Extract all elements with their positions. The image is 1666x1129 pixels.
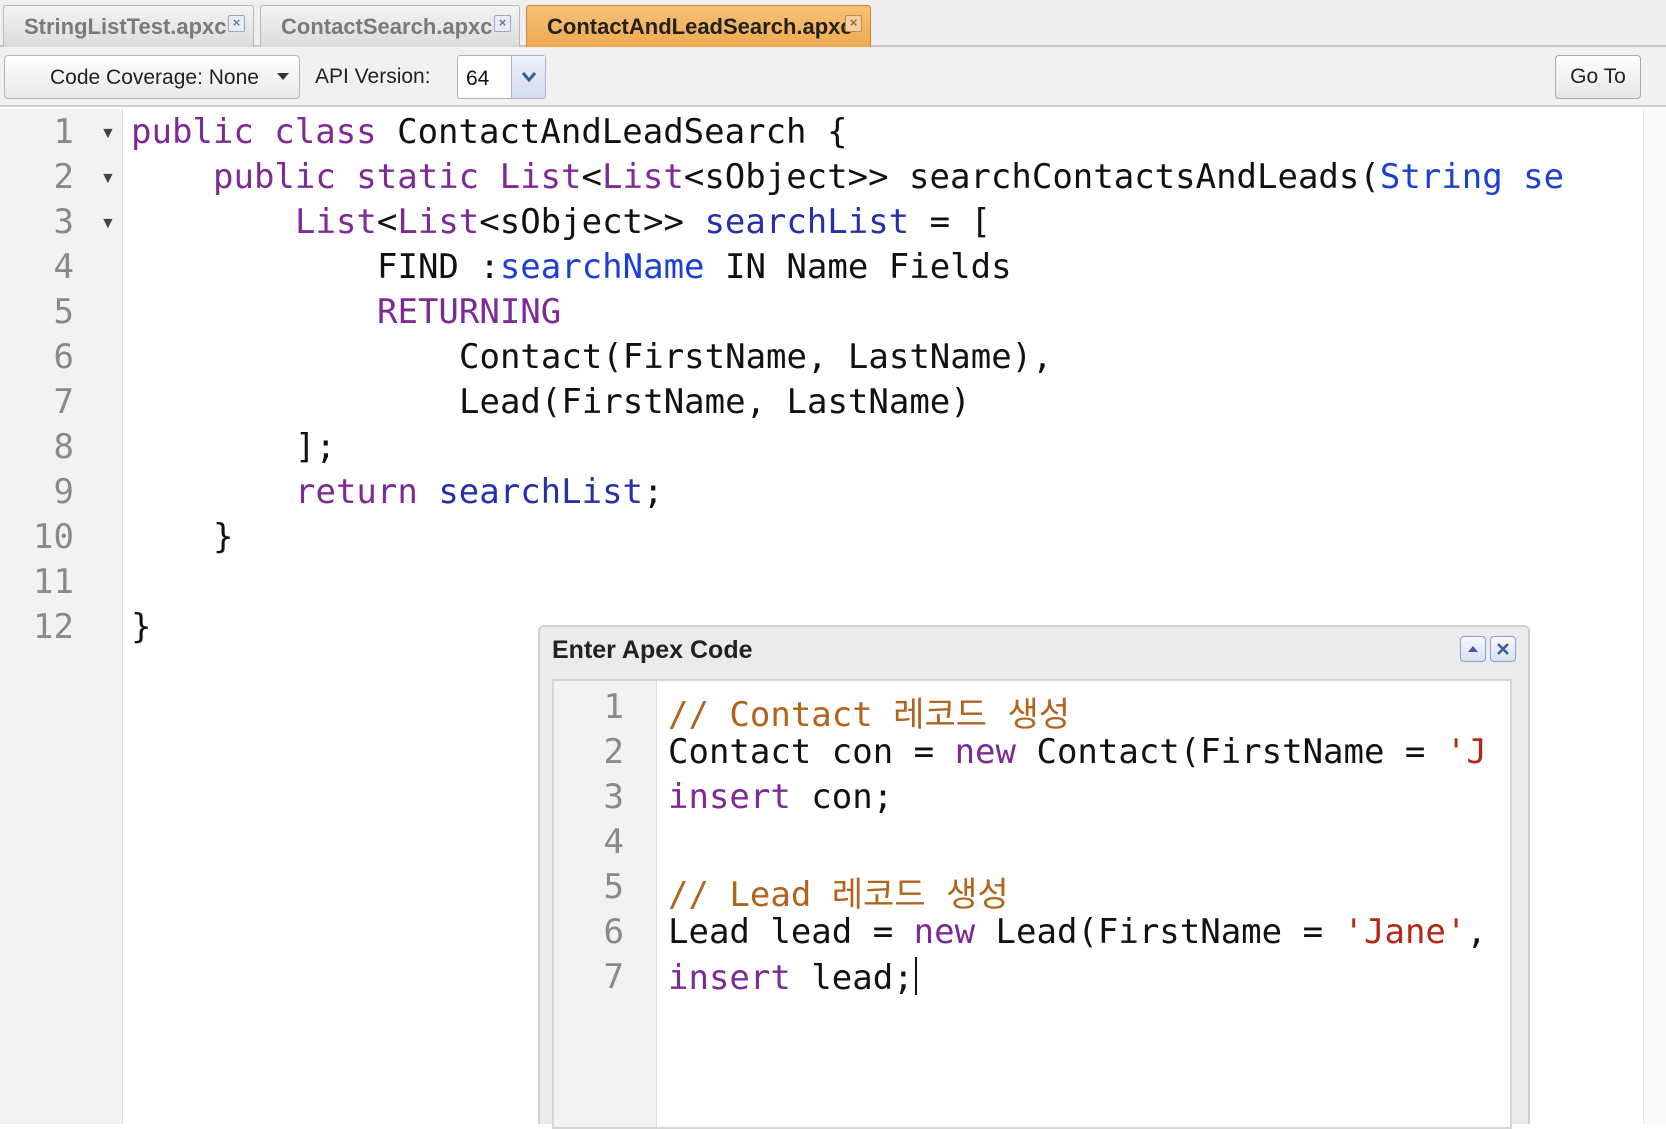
apex-code-editor[interactable]: 1 2 3 4 5 6 7 // Contact 레코드 생성 Contact … (552, 679, 1512, 1129)
line-number: 10 (33, 517, 74, 557)
api-version-label: API Version: (315, 65, 431, 88)
code-line: insert con; (668, 777, 894, 817)
code-line: public static List<List<sObject>> search… (213, 157, 1565, 197)
line-number: 2 (53, 157, 74, 197)
fold-triangle-icon[interactable]: ▼ (100, 125, 116, 143)
code-line: Lead lead = new Lead(FirstName = 'Jane', (668, 912, 1487, 952)
line-number: 9 (53, 472, 74, 512)
fold-triangle-icon[interactable]: ▼ (100, 170, 116, 188)
code-line: List<List<sObject>> searchList = [ (295, 202, 992, 242)
line-number-gutter: 1 ▼ 2 ▼ 3 ▼ 4 5 6 7 8 9 10 11 12 (0, 109, 123, 1124)
line-number: 6 (53, 337, 74, 377)
code-line: RETURNING (377, 292, 562, 332)
code-line: Contact con = new Contact(FirstName = 'J (668, 732, 1487, 772)
code-line: // Lead 레코드 생성 (668, 875, 1009, 915)
code-line: FIND :searchName IN Name Fields (377, 247, 1012, 287)
code-line: return searchList; (295, 472, 664, 512)
go-to-button[interactable]: Go To (1555, 55, 1641, 99)
code-coverage-label: Code Coverage: None (50, 66, 259, 89)
tab-label: ContactAndLeadSearch.apxc (547, 14, 853, 39)
code-line: // Contact 레코드 생성 (668, 695, 1071, 735)
vertical-scrollbar[interactable] (1643, 109, 1666, 1124)
line-number: 5 (53, 292, 74, 332)
line-number: 1 (603, 687, 624, 727)
code-line: } (131, 607, 152, 647)
line-number: 4 (603, 822, 624, 862)
line-number: 2 (603, 732, 624, 772)
tab-bar: StringListTest.apxc × ContactSearch.apxc… (0, 0, 1666, 47)
tab-contactandleadsearch[interactable]: ContactAndLeadSearch.apxc × (526, 5, 871, 47)
line-number-gutter: 1 2 3 4 5 6 7 (554, 681, 657, 1127)
close-icon[interactable] (1490, 636, 1516, 662)
code-line: Contact(FirstName, LastName), (459, 337, 1053, 377)
tab-contactsearch[interactable]: ContactSearch.apxc × (260, 5, 520, 47)
line-number: 7 (53, 382, 74, 422)
line-number: 4 (53, 247, 74, 287)
toolbar: Code Coverage: None API Version: 64 Go T… (0, 47, 1666, 107)
code-line: Lead(FirstName, LastName) (459, 382, 971, 422)
close-icon[interactable]: × (228, 15, 245, 32)
line-number: 3 (603, 777, 624, 817)
fold-triangle-icon[interactable]: ▼ (100, 215, 116, 233)
line-number: 8 (53, 427, 74, 467)
line-number: 11 (33, 562, 74, 602)
code-line: ]; (295, 427, 336, 467)
caret-down-icon (277, 73, 289, 80)
close-icon[interactable]: × (845, 15, 862, 32)
line-number: 1 (53, 112, 74, 152)
api-version-select[interactable]: 64 (457, 55, 546, 99)
line-number: 5 (603, 867, 624, 907)
tab-stringlisttest[interactable]: StringListTest.apxc × (3, 5, 254, 47)
line-number: 6 (603, 912, 624, 952)
line-number: 3 (53, 202, 74, 242)
code-line: insert lead; (668, 957, 917, 998)
dialog-title: Enter Apex Code (552, 636, 753, 664)
code-coverage-dropdown[interactable]: Code Coverage: None (4, 55, 300, 99)
chevron-up-icon[interactable] (1460, 636, 1486, 662)
close-icon[interactable]: × (494, 15, 511, 32)
code-line: } (213, 517, 234, 557)
text-cursor (914, 957, 917, 995)
api-version-value: 64 (466, 67, 490, 90)
tab-label: ContactSearch.apxc (281, 14, 493, 39)
tab-label: StringListTest.apxc (24, 14, 227, 39)
enter-apex-code-dialog: Enter Apex Code 1 2 3 4 5 6 7 // Contact… (538, 625, 1530, 1129)
code-line: public class ContactAndLeadSearch { (131, 112, 848, 152)
line-number: 12 (33, 607, 74, 647)
line-number: 7 (603, 957, 624, 997)
chevron-down-icon[interactable] (511, 56, 545, 98)
